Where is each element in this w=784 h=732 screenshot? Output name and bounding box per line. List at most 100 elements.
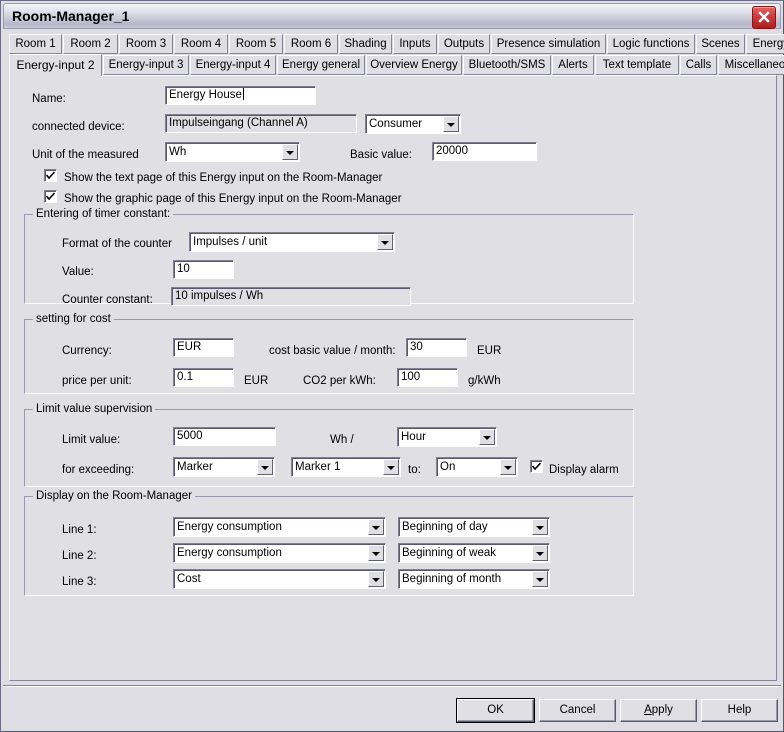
tab-label: Energy-input 1 [752,38,784,50]
tab-scenes[interactable]: Scenes [696,34,745,54]
tab-text-template[interactable]: Text template [595,55,679,75]
tab-label: Logic functions [612,38,690,50]
group-limit-supervision: Limit value supervision Limit value: 500… [24,402,634,487]
line-2-source-dropdown[interactable]: Energy consumption [173,543,386,563]
counter-value-input[interactable]: 10 [173,260,234,279]
for-exceeding-label: for exceeding: [62,464,135,476]
tab-shading[interactable]: Shading [339,34,392,54]
tab-room-6[interactable]: Room 6 [284,34,338,54]
tab-label: Presence simulation [496,38,601,50]
exceeding-action-dropdown[interactable]: Marker [173,457,275,477]
tab-label: Shading [344,38,387,50]
chevron-down-icon[interactable] [532,545,548,561]
ok-button[interactable]: OK [456,698,535,723]
tab-label: Overview Energy [370,59,458,71]
device-type-dropdown[interactable]: Consumer [365,114,461,134]
basic-value-input[interactable]: 20000 [432,142,537,161]
co2-label: CO2 per kWh: [303,375,376,387]
line-1-period-dropdown[interactable]: Beginning of day [398,517,550,537]
tab-label: Room 1 [15,38,56,50]
line-2-period-dropdown[interactable]: Beginning of weak [398,543,550,563]
format-of-counter-dropdown[interactable]: Impulses / unit [189,232,395,252]
title-bar: Room-Manager_1 [3,3,781,29]
cost-basic-value-input[interactable]: 30 [406,338,467,357]
tab-room-1[interactable]: Room 1 [9,34,62,54]
tab-energy-general[interactable]: Energy general [277,55,365,75]
footer-divider [3,685,781,687]
chevron-down-icon[interactable] [383,459,399,475]
chevron-down-icon[interactable] [443,116,459,132]
tab-row-1: Room 1 Room 2 Room 3 Room 4 Room 5 Room 6 Shad… [9,34,784,55]
line-3-period-dropdown[interactable]: Beginning of month [398,569,550,589]
tab-label: Bluetooth/SMS [468,59,546,71]
chevron-down-icon[interactable] [368,545,384,561]
chevron-down-icon[interactable] [500,459,516,475]
chevron-down-icon[interactable] [479,429,495,445]
tab-calls[interactable]: Calls [680,55,717,75]
tab-room-3[interactable]: Room 3 [119,34,173,54]
chevron-down-icon[interactable] [282,144,298,160]
co2-input[interactable]: 100 [397,368,458,387]
tab-logic-functions[interactable]: Logic functions [607,34,695,54]
cost-basic-value-unit: EUR [477,345,502,357]
price-per-unit-input[interactable]: 0.1 [173,368,234,387]
show-text-page-checkbox[interactable] [44,169,57,182]
tab-energy-input-3[interactable]: Energy-input 3 [103,55,189,75]
close-x-glyph [758,11,770,23]
tab-label: Outputs [443,38,485,50]
tab-label: Inputs [399,38,431,50]
tab-bluetooth-sms[interactable]: Bluetooth/SMS [463,55,551,75]
tab-label: Miscellaneous [724,59,784,71]
line-3-source-dropdown[interactable]: Cost [173,569,386,589]
co2-unit: g/kWh [468,375,501,387]
exceeding-state-dropdown[interactable]: On [436,457,518,477]
tab-room-2[interactable]: Room 2 [63,34,118,54]
tab-alerts[interactable]: Alerts [552,55,594,75]
group-timer-constant-title: Entering of timer constant: [33,207,174,221]
tab-energy-input-1[interactable]: Energy-input 1 [746,34,784,54]
chevron-down-icon[interactable] [377,234,393,250]
unit-label: Unit of the measured [32,149,139,161]
tab-presence-simulation[interactable]: Presence simulation [491,34,606,54]
tab-overview-energy[interactable]: Overview Energy [366,55,462,75]
currency-input[interactable]: EUR [173,338,234,357]
chevron-down-icon[interactable] [532,571,548,587]
apply-button-rest: pply [651,704,673,716]
name-label: Name: [32,93,66,105]
close-icon[interactable] [752,6,776,29]
tab-room-4[interactable]: Room 4 [174,34,228,54]
show-graphic-page-checkbox[interactable] [44,190,57,203]
display-alarm-checkbox[interactable] [530,460,543,473]
tab-label: Room 6 [290,38,332,50]
tab-label: Room 5 [235,38,277,50]
window-title: Room-Manager_1 [12,8,130,24]
check-icon [532,462,541,471]
cost-basic-value-label: cost basic value / month: [269,345,396,357]
apply-button[interactable]: Apply [620,699,697,722]
line-1-source-dropdown[interactable]: Energy consumption [173,517,386,537]
tab-miscellaneous[interactable]: Miscellaneous [718,55,784,75]
tab-energy-input-4[interactable]: Energy-input 4 [190,55,276,75]
cancel-button[interactable]: Cancel [539,699,616,722]
limit-period-dropdown[interactable]: Hour [397,427,497,447]
limit-value-input[interactable]: 5000 [173,427,276,446]
tab-room-5[interactable]: Room 5 [229,34,283,54]
unit-dropdown[interactable]: Wh [165,142,300,162]
group-display-title: Display on the Room-Manager [33,489,195,503]
group-cost: setting for cost Currency: EUR cost basi… [24,312,634,394]
chevron-down-icon[interactable] [368,571,384,587]
counter-constant-field: 10 impulses / Wh [171,287,411,306]
check-icon [46,192,55,201]
tab-inputs[interactable]: Inputs [393,34,437,54]
tab-energy-input-2[interactable]: Energy-input 2 [9,54,102,76]
tab-outputs[interactable]: Outputs [438,34,490,54]
help-button[interactable]: Help [701,699,778,722]
line-2-label: Line 2: [62,550,97,562]
chevron-down-icon[interactable] [532,519,548,535]
name-input[interactable]: Energy House [165,86,316,105]
chevron-down-icon[interactable] [257,459,273,475]
tab-label: Room 3 [125,38,167,50]
tab-label: Calls [685,59,712,71]
chevron-down-icon[interactable] [368,519,384,535]
exceeding-target-dropdown[interactable]: Marker 1 [291,457,401,477]
